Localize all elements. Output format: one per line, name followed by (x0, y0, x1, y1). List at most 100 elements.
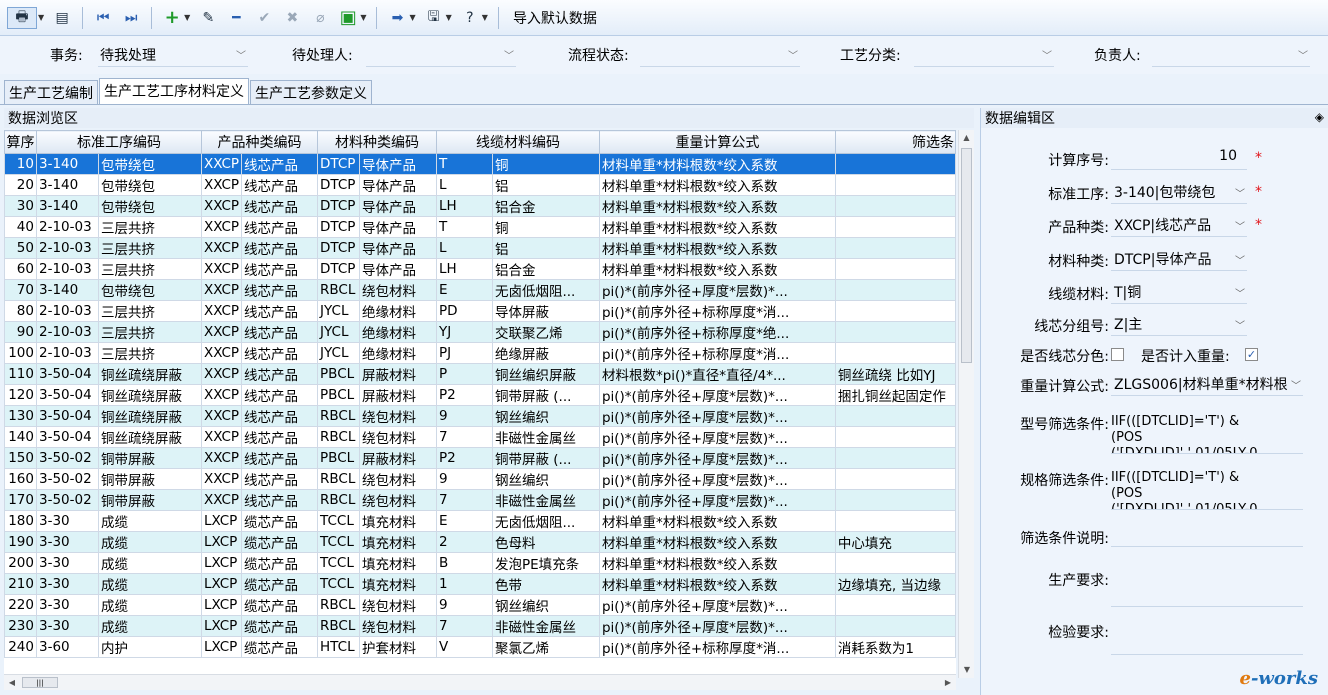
table-cell: 绝缘材料 (359, 300, 437, 322)
table-cell: 填充材料 (359, 552, 437, 574)
scroll-left-icon[interactable]: ◀ (4, 675, 20, 691)
scroll-thumb[interactable]: ||| (22, 677, 58, 688)
table-cell: 发泡PE填充条 (491, 552, 600, 574)
horizontal-scrollbar[interactable]: ◀ ||| ▶ (4, 674, 956, 690)
prod-req-input[interactable] (1111, 606, 1303, 607)
table-row[interactable]: 40 2-10-03 三层共挤 XXCP 线芯产品 DTCP 导体产品 T 铜材料单重*材料根数… (4, 216, 956, 238)
owner-select[interactable]: ﹀ (1152, 45, 1310, 67)
table-cell: 3-60 (35, 636, 99, 658)
table-row[interactable]: 240 3-60 内护 LXCP 缆芯产品 HTCL 护套材料 V 聚氯乙烯 pi()*(前序外径… (4, 636, 956, 658)
scroll-thumb[interactable] (961, 148, 972, 363)
product-select[interactable]: XXCP|线芯产品 ﹀ (1111, 215, 1247, 237)
col-header-formula[interactable]: 重量计算公式 (598, 130, 836, 154)
table-row[interactable]: 90 2-10-03 三层共挤 XXCP 线芯产品 JYCL 绝缘材料 YJ 交联聚乙烯 pi()… (4, 321, 956, 343)
table-row[interactable]: 140 3-50-04 铜丝疏绕屏蔽 XXCP 线芯产品 RBCL 绕包材料 7 非磁性金属丝 p… (4, 426, 956, 448)
table-row[interactable]: 60 2-10-03 三层共挤 XXCP 线芯产品 DTCP 导体产品 LH 铝合金 材料单重*材… (4, 258, 956, 280)
save-icon[interactable]: 🖫 (423, 7, 445, 29)
inspect-req-input[interactable] (1111, 654, 1303, 655)
table-row[interactable]: 100 2-10-03 三层共挤 XXCP 线芯产品 JYCL 绝缘材料 PJ 绝缘屏蔽 pi()… (4, 342, 956, 364)
chevron-down-icon[interactable]: ▼ (184, 13, 190, 22)
col-header-product[interactable]: 产品种类编码 (200, 130, 319, 154)
model-filter-input[interactable]: IIF(([DTCLID]='T') & (POS ('[DXDLID]',',… (1111, 414, 1303, 454)
pending-user-select[interactable]: ﹀ (366, 45, 516, 67)
cable-material-select[interactable]: T|铜 ﹀ (1111, 282, 1247, 304)
arrow-right-icon[interactable]: ➡ (386, 7, 408, 29)
data-grid[interactable]: 算序 标准工序编码 产品种类编码 材料种类编码 线缆材料编码 重量计算公式 筛选… (4, 130, 956, 678)
print-icon[interactable]: 🖶 (7, 6, 37, 29)
col-header-cable-material[interactable]: 线缆材料编码 (436, 130, 600, 154)
vertical-scrollbar[interactable]: ▲ ▼ (958, 130, 974, 678)
table-row[interactable]: 30 3-140 包带绕包 XXCP 线芯产品 DTCP 导体产品 LH 铝合金 材料单重*材料根… (4, 195, 956, 217)
table-cell: TCCL (317, 510, 361, 532)
col-header-filter[interactable]: 筛选条 (834, 130, 956, 154)
table-row[interactable]: 120 3-50-04 铜丝疏绕屏蔽 XXCP 线芯产品 PBCL 屏蔽材料 P2 铜带屏蔽 (… (4, 384, 956, 406)
core-group-select[interactable]: Z|主 ﹀ (1111, 314, 1247, 336)
table-cell: LH (436, 195, 493, 217)
scroll-up-icon[interactable]: ▲ (959, 130, 974, 146)
table-cell: pi()*(前序外径+厚度*层数)*... (598, 447, 836, 469)
col-header-material-kind[interactable]: 材料种类编码 (317, 130, 437, 154)
check-icon[interactable]: ✔ (253, 7, 275, 29)
attach-icon[interactable]: ⌀ (309, 7, 331, 29)
edit-icon[interactable]: ✎ (197, 7, 219, 29)
col-header-std-proc[interactable]: 标准工序编码 (35, 130, 202, 154)
tab-process-edit[interactable]: 生产工艺编制 (4, 80, 98, 104)
table-icon[interactable]: ▤ (51, 7, 73, 29)
table-cell (834, 552, 956, 574)
table-row[interactable]: 130 3-50-04 铜丝疏绕屏蔽 XXCP 线芯产品 RBCL 绕包材料 9 钢丝编织 pi(… (4, 405, 956, 427)
help-icon[interactable]: ? (459, 7, 481, 29)
import-default-data-button[interactable]: 导入默认数据 (513, 8, 597, 28)
table-row[interactable]: 110 3-50-04 铜丝疏绕屏蔽 XXCP 线芯产品 PBCL 屏蔽材料 P 铜丝编织屏蔽材… (4, 363, 956, 385)
minus-icon[interactable]: ━ (225, 7, 247, 29)
table-cell: 3-30 (35, 615, 99, 637)
export-icon[interactable]: ▣ (337, 7, 359, 29)
table-row[interactable]: 230 3-30 成缆 LXCP 缆芯产品 RBCL 绕包材料 7 非磁性金属丝 pi()*(前序… (4, 615, 956, 637)
table-cell: pi()*(前序外径+厚度*层数)*... (598, 279, 836, 301)
table-row[interactable]: 200 3-30 成缆 LXCP 缆芯产品 TCCL 填充材料 B 发泡PE填充条 材料单重*材料… (4, 552, 956, 574)
filter-desc-input[interactable] (1111, 546, 1303, 547)
pin-icon[interactable]: ◈ (1315, 110, 1324, 124)
table-row[interactable]: 150 3-50-02 铜带屏蔽 XXCP 线芯产品 PBCL 屏蔽材料 P2 铜带屏蔽 (..… (4, 447, 956, 469)
table-row[interactable]: 160 3-50-02 铜带屏蔽 XXCP 线芯产品 RBCL 绕包材料 9 钢丝编织 pi()*… (4, 468, 956, 490)
table-cell (834, 174, 956, 196)
formula-select[interactable]: ZLGS006|材料单重*材料根 ﹀ (1111, 374, 1303, 396)
table-row[interactable]: 170 3-50-02 铜带屏蔽 XXCP 线芯产品 RBCL 绕包材料 7 非磁性金属丝 pi(… (4, 489, 956, 511)
chevron-down-icon[interactable]: ▼ (409, 13, 415, 22)
table-row[interactable]: 20 3-140 包带绕包 XXCP 线芯产品 DTCP 导体产品 L 铝材料单重*材料根数*绞… (4, 174, 956, 196)
std-proc-select[interactable]: 3-140|包带绕包 ﹀ (1111, 182, 1247, 204)
color-flag-checkbox[interactable] (1111, 348, 1124, 361)
last-record-icon[interactable]: ⏭ (120, 7, 142, 29)
table-cell: JYCL (317, 321, 361, 343)
col-header-seq[interactable]: 算序 (4, 130, 37, 154)
weight-flag-checkbox[interactable]: ✓ (1245, 348, 1258, 361)
matter-select[interactable]: 待我处理 ﹀ (98, 45, 248, 67)
process-category-select[interactable]: ﹀ (914, 45, 1054, 67)
table-row[interactable]: 70 3-140 包带绕包 XXCP 线芯产品 RBCL 绕包材料 E 无卤低烟阻... pi()… (4, 279, 956, 301)
table-cell: 200 (4, 552, 37, 574)
scroll-down-icon[interactable]: ▼ (959, 662, 975, 678)
material-kind-select[interactable]: DTCP|导体产品 ﹀ (1111, 249, 1247, 271)
first-record-icon[interactable]: ⏮ (92, 7, 114, 29)
scroll-right-icon[interactable]: ▶ (940, 675, 956, 691)
material-kind-row: 材料种类: DTCP|导体产品 ﹀ (981, 247, 1328, 273)
add-icon[interactable]: + (161, 7, 183, 29)
chevron-down-icon[interactable]: ▼ (38, 13, 44, 22)
spec-filter-input[interactable]: IIF(([DTCLID]='T') & (POS ('[DXDLID]',',… (1111, 470, 1303, 510)
tab-process-params[interactable]: 生产工艺参数定义 (250, 80, 372, 104)
chevron-down-icon[interactable]: ▼ (482, 13, 488, 22)
table-row[interactable]: 180 3-30 成缆 LXCP 缆芯产品 TCCL 填充材料 E 无卤低烟阻... 材料单重*材… (4, 510, 956, 532)
table-row[interactable]: 80 2-10-03 三层共挤 XXCP 线芯产品 JYCL 绝缘材料 PD 导体屏蔽 pi()*… (4, 300, 956, 322)
table-row[interactable]: 190 3-30 成缆 LXCP 缆芯产品 TCCL 填充材料 2 色母料 材料单重*材料根数*绞… (4, 531, 956, 553)
calc-seq-input[interactable]: 10 (1111, 148, 1247, 170)
table-row[interactable]: 210 3-30 成缆 LXCP 缆芯产品 TCCL 填充材料 1 色带 材料单重*材料根数*绞入… (4, 573, 956, 595)
tab-process-material[interactable]: 生产工艺工序材料定义 (99, 78, 249, 104)
table-cell: 铝合金 (491, 258, 600, 280)
table-row[interactable]: 220 3-30 成缆 LXCP 缆芯产品 RBCL 绕包材料 9 钢丝编织 pi()*(前序外径… (4, 594, 956, 616)
chevron-down-icon[interactable]: ▼ (360, 13, 366, 22)
flow-status-select[interactable]: ﹀ (640, 45, 800, 67)
table-row[interactable]: 50 2-10-03 三层共挤 XXCP 线芯产品 DTCP 导体产品 L 铝材料单重*材料根数… (4, 237, 956, 259)
delete-icon[interactable]: ✖ (281, 7, 303, 29)
table-row[interactable]: 10 3-140 包带绕包 XXCP 线芯产品 DTCP 导体产品 T 铜材料单重*材料根数*绞… (4, 153, 956, 175)
table-cell: LXCP (200, 615, 243, 637)
chevron-down-icon[interactable]: ▼ (446, 13, 452, 22)
